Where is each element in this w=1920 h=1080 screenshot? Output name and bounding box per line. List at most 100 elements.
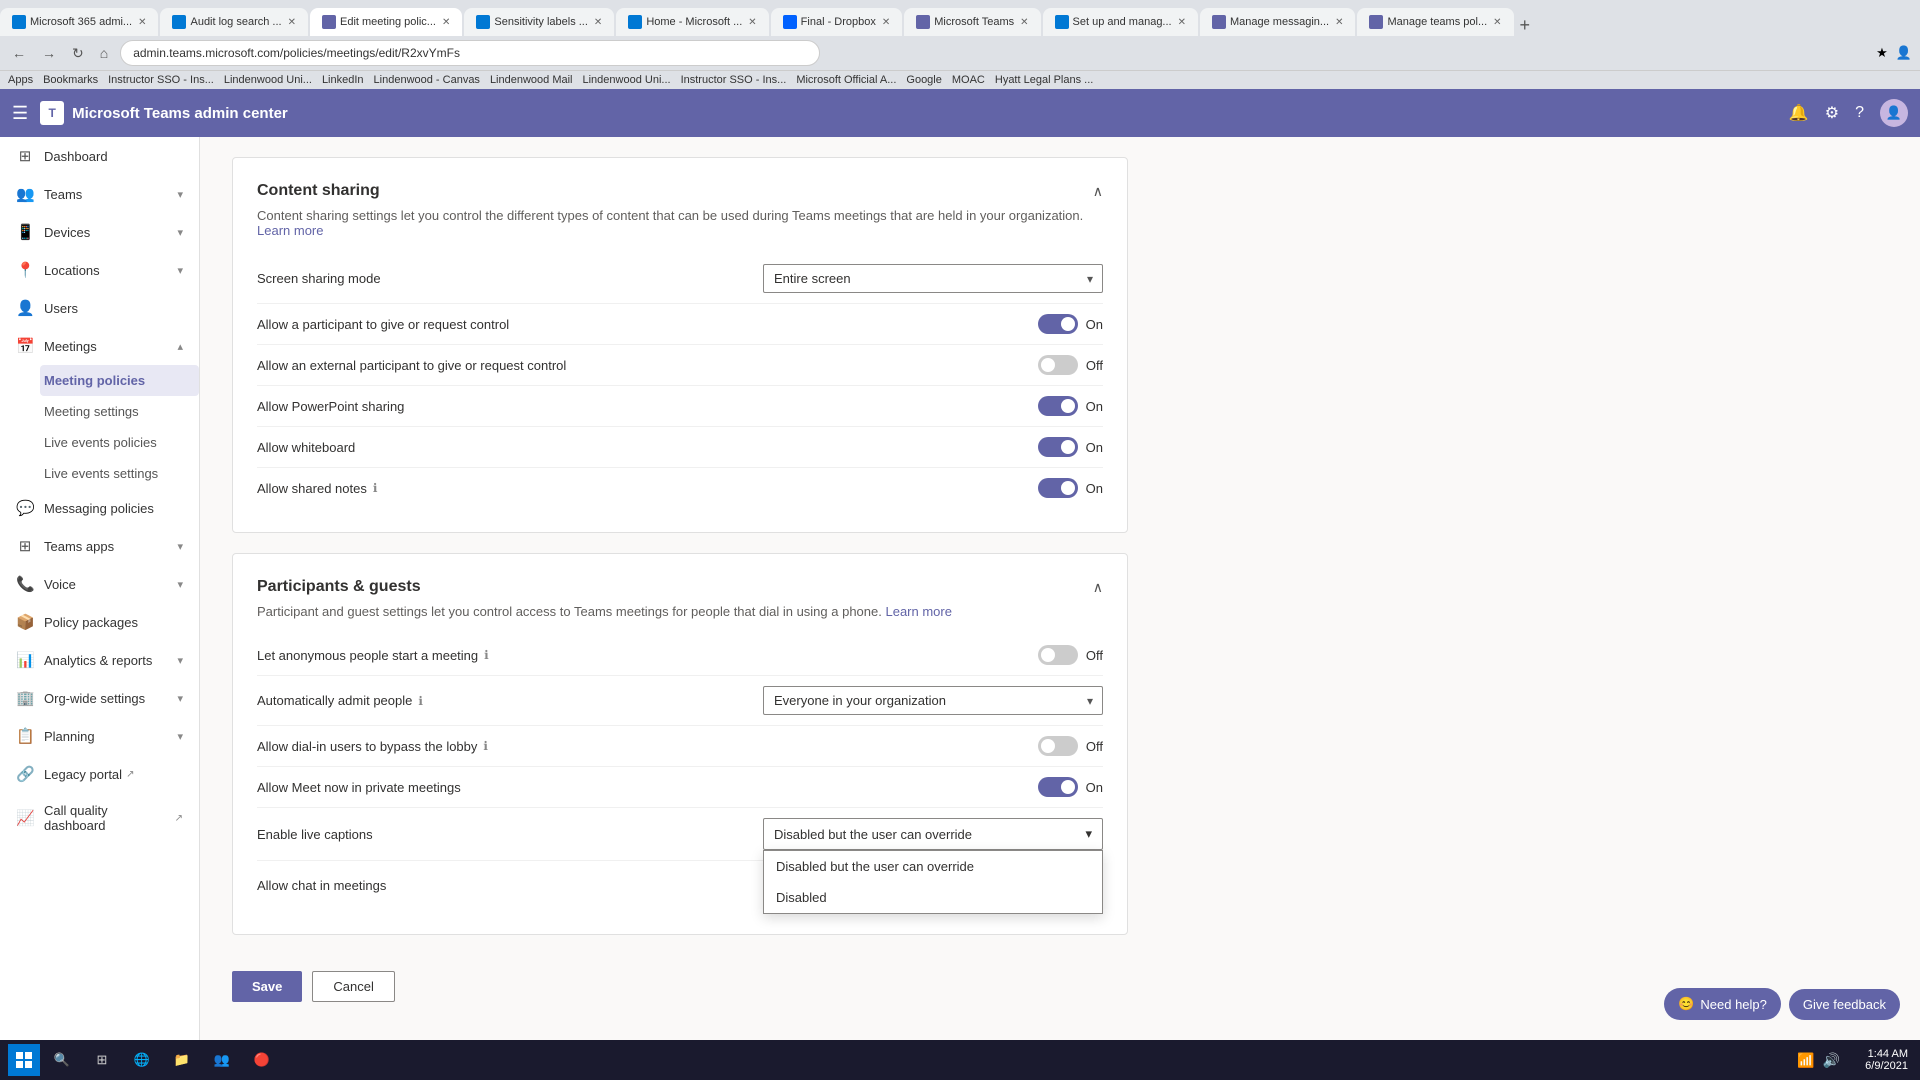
sidebar-sub-meeting-settings[interactable]: Meeting settings — [44, 396, 199, 427]
live-captions-option-1[interactable]: Disabled but the user can override — [764, 851, 1102, 882]
sidebar-item-teams[interactable]: 👥 Teams ▾ — [0, 175, 199, 213]
bookmark-bookmarks[interactable]: Bookmarks — [43, 74, 98, 86]
sidebar-item-planning[interactable]: 📋 Planning ▾ — [0, 717, 199, 755]
address-input[interactable] — [120, 40, 820, 66]
screen-sharing-select[interactable]: Entire screen — [763, 264, 1103, 293]
sidebar-item-org[interactable]: 🏢 Org-wide settings ▾ — [0, 679, 199, 717]
tray-volume[interactable]: 🔊 — [1823, 1052, 1840, 1069]
anonymous-start-toggle[interactable] — [1038, 645, 1078, 665]
taskbar-explorer[interactable]: 📁 — [164, 1042, 200, 1078]
forward-button[interactable]: → — [38, 43, 60, 63]
powerpoint-toggle[interactable] — [1038, 396, 1078, 416]
sidebar-item-users[interactable]: 👤 Users — [0, 289, 199, 327]
profile-icon[interactable]: 👤 — [1896, 45, 1912, 61]
tray-network[interactable]: 📶 — [1797, 1052, 1814, 1069]
back-button[interactable]: ← — [8, 43, 30, 63]
sidebar-item-messaging[interactable]: 💬 Messaging policies — [0, 489, 199, 527]
tab-close[interactable]: ✕ — [288, 17, 296, 28]
topbar-menu-button[interactable]: ☰ — [12, 103, 28, 124]
bookmark-moac[interactable]: MOAC — [952, 74, 985, 86]
sidebar-item-policy[interactable]: 📦 Policy packages — [0, 603, 199, 641]
anonymous-start-info[interactable]: ℹ — [484, 648, 489, 662]
bookmark-icon[interactable]: ★ — [1876, 45, 1888, 61]
sidebar-item-locations[interactable]: 📍 Locations ▾ — [0, 251, 199, 289]
live-captions-select-display[interactable]: Disabled but the user can override ▾ — [763, 818, 1103, 850]
tab-dropbox[interactable]: Final - Dropbox ✕ — [771, 8, 903, 36]
tab-teams[interactable]: Microsoft Teams ✕ — [904, 8, 1040, 36]
taskbar-search[interactable]: 🔍 — [44, 1042, 80, 1078]
help-icon[interactable]: ? — [1855, 104, 1864, 122]
new-tab-button[interactable]: + — [1520, 15, 1531, 36]
auto-admit-select[interactable]: Everyone in your organization — [763, 686, 1103, 715]
taskbar-edge[interactable]: 🌐 — [124, 1042, 160, 1078]
save-button[interactable]: Save — [232, 971, 302, 1002]
sidebar-item-call-quality[interactable]: 📈 Call quality dashboard ↗ — [0, 793, 199, 843]
content-sharing-learn-more[interactable]: Learn more — [257, 223, 323, 238]
taskbar-chrome[interactable]: 🔴 — [244, 1042, 280, 1078]
give-feedback-button[interactable]: Give feedback — [1789, 989, 1900, 1020]
tab-close[interactable]: ✕ — [138, 17, 146, 28]
tab-m365[interactable]: Microsoft 365 admi... ✕ — [0, 8, 158, 36]
tab-close[interactable]: ✕ — [1178, 17, 1186, 28]
reload-button[interactable]: ↻ — [68, 43, 88, 64]
bookmark-instructor-sso2[interactable]: Instructor SSO - Ins... — [681, 74, 787, 86]
taskbar-teams-app[interactable]: 👥 — [204, 1042, 240, 1078]
cancel-button[interactable]: Cancel — [312, 971, 394, 1002]
content-sharing-collapse[interactable]: ∧ — [1093, 183, 1103, 200]
tab-close[interactable]: ✕ — [748, 17, 756, 28]
bookmark-lindenwood[interactable]: Lindenwood Uni... — [224, 74, 312, 86]
tab-close[interactable]: ✕ — [442, 17, 450, 28]
live-captions-option-2[interactable]: Disabled — [764, 882, 1102, 913]
sidebar-item-teams-apps[interactable]: ⊞ Teams apps ▾ — [0, 527, 199, 565]
sidebar-item-meetings[interactable]: 📅 Meetings ▴ — [0, 327, 199, 365]
home-button[interactable]: ⌂ — [96, 43, 112, 63]
bookmark-linkedin[interactable]: LinkedIn — [322, 74, 364, 86]
sidebar-sub-live-events-policies[interactable]: Live events policies — [44, 427, 199, 458]
tab-close[interactable]: ✕ — [1493, 17, 1501, 28]
tab-close[interactable]: ✕ — [882, 17, 890, 28]
bookmark-canvas[interactable]: Lindenwood - Canvas — [374, 74, 480, 86]
user-avatar[interactable]: 👤 — [1880, 99, 1908, 127]
meet-now-toggle[interactable] — [1038, 777, 1078, 797]
sidebar-item-dashboard[interactable]: ⊞ Dashboard — [0, 137, 199, 175]
sidebar-item-analytics[interactable]: 📊 Analytics & reports ▾ — [0, 641, 199, 679]
auto-admit-info[interactable]: ℹ — [418, 694, 423, 708]
participants-learn-more[interactable]: Learn more — [885, 604, 951, 619]
live-captions-dropdown: Disabled but the user can override ▾ Dis… — [763, 818, 1103, 850]
tab-setup[interactable]: Set up and manag... ✕ — [1043, 8, 1198, 36]
bookmark-instructor-sso[interactable]: Instructor SSO - Ins... — [108, 74, 214, 86]
tab-edit-meeting[interactable]: Edit meeting polic... ✕ — [310, 8, 462, 36]
settings-icon[interactable]: ⚙ — [1825, 103, 1839, 123]
tab-sensitivity[interactable]: Sensitivity labels ... ✕ — [464, 8, 614, 36]
whiteboard-toggle[interactable] — [1038, 437, 1078, 457]
tab-close[interactable]: ✕ — [594, 17, 602, 28]
sidebar-item-legacy[interactable]: 🔗 Legacy portal ↗ — [0, 755, 199, 793]
notification-icon[interactable]: 🔔 — [1789, 103, 1809, 123]
dialin-bypass-info[interactable]: ℹ — [483, 739, 488, 753]
taskbar-task-view[interactable]: ⊞ — [84, 1042, 120, 1078]
tab-audit[interactable]: Audit log search ... ✕ — [160, 8, 308, 36]
shared-notes-toggle[interactable] — [1038, 478, 1078, 498]
sidebar-sub-live-events-settings[interactable]: Live events settings — [44, 458, 199, 489]
tab-close[interactable]: ✕ — [1020, 17, 1028, 28]
bookmark-lindenwood2[interactable]: Lindenwood Uni... — [583, 74, 671, 86]
tab-home[interactable]: Home - Microsoft ... ✕ — [616, 8, 768, 36]
tab-close[interactable]: ✕ — [1335, 17, 1343, 28]
bookmark-mail[interactable]: Lindenwood Mail — [490, 74, 573, 86]
dialin-bypass-toggle[interactable] — [1038, 736, 1078, 756]
participant-control-toggle[interactable] — [1038, 314, 1078, 334]
tab-manage-msg[interactable]: Manage messagin... ✕ — [1200, 8, 1355, 36]
bookmark-hyatt[interactable]: Hyatt Legal Plans ... — [995, 74, 1093, 86]
sidebar-sub-meeting-policies[interactable]: Meeting policies — [40, 365, 199, 396]
participants-collapse[interactable]: ∧ — [1093, 579, 1103, 596]
sidebar-item-devices[interactable]: 📱 Devices ▾ — [0, 213, 199, 251]
bookmark-google[interactable]: Google — [906, 74, 941, 86]
bookmark-official[interactable]: Microsoft Official A... — [796, 74, 896, 86]
need-help-button[interactable]: 😊 Need help? — [1664, 988, 1781, 1020]
shared-notes-info[interactable]: ℹ — [373, 481, 378, 495]
bookmark-apps[interactable]: Apps — [8, 74, 33, 86]
start-button[interactable] — [8, 1044, 40, 1076]
external-participant-toggle[interactable] — [1038, 355, 1078, 375]
tab-manage-teams[interactable]: Manage teams pol... ✕ — [1357, 8, 1513, 36]
sidebar-item-voice[interactable]: 📞 Voice ▾ — [0, 565, 199, 603]
